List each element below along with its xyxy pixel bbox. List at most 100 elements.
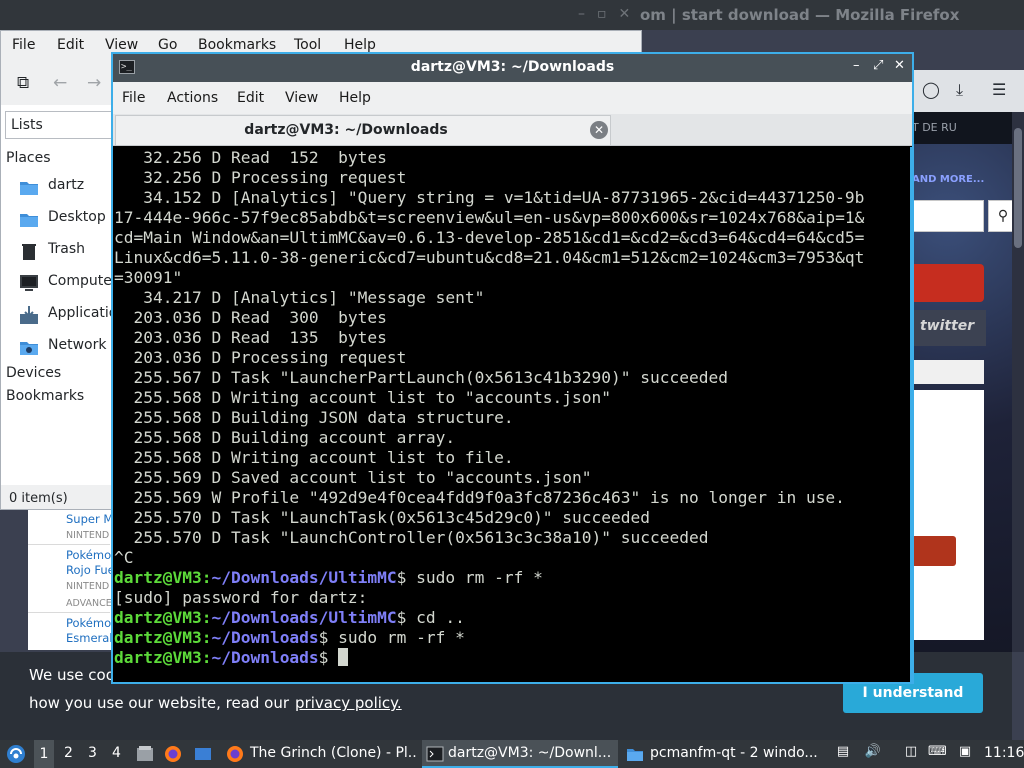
prompt-user: dartz@VM3 bbox=[114, 628, 202, 647]
task-pcmanfm[interactable]: pcmanfm-qt - 2 windo... bbox=[624, 740, 820, 768]
clock[interactable]: 11:16 bbox=[984, 745, 1024, 761]
maximize-icon[interactable]: ⤢ bbox=[873, 58, 883, 73]
product-title[interactable]: Pokémo bbox=[66, 548, 111, 562]
close-icon[interactable]: ✕ bbox=[894, 58, 905, 73]
privacy-policy-link[interactable]: privacy policy. bbox=[295, 694, 402, 712]
terminal-tab[interactable]: dartz@VM3: ~/Downloads ✕ bbox=[115, 115, 611, 145]
pocket-icon[interactable]: ◯ bbox=[922, 80, 940, 99]
devices-header[interactable]: Devices bbox=[6, 365, 61, 381]
file-manager-launcher-icon[interactable] bbox=[136, 745, 154, 763]
desktop-switch-1[interactable]: 1 bbox=[34, 740, 54, 768]
menu-help[interactable]: Help bbox=[339, 90, 371, 106]
menu-bookmarks[interactable]: Bookmarks bbox=[198, 37, 276, 53]
twitter-label[interactable]: twitter bbox=[920, 318, 974, 334]
site-search-input[interactable] bbox=[904, 200, 984, 232]
side-pane-mode-label: Lists bbox=[11, 117, 43, 133]
prompt-command: sudo rm -rf * bbox=[328, 628, 465, 647]
menu-actions[interactable]: Actions bbox=[167, 90, 218, 106]
menu-view[interactable]: View bbox=[105, 37, 138, 53]
minimize-icon[interactable]: – bbox=[578, 6, 585, 22]
terminal-line: 255.569 W Profile "492d9e4f0cea4fdd9f0a3… bbox=[114, 488, 845, 507]
product-title[interactable]: Pokémo bbox=[66, 616, 111, 630]
terminal-line: cd=Main Window&an=UltimMC&av=0.6.13-deve… bbox=[114, 228, 865, 247]
download-icon[interactable]: ⤓ bbox=[956, 80, 963, 100]
start-menu-icon[interactable] bbox=[6, 744, 26, 764]
tab-close-icon[interactable]: ✕ bbox=[590, 121, 608, 139]
show-desktop-icon[interactable] bbox=[194, 745, 212, 763]
terminal-line: 255.568 D Writing account list to "accou… bbox=[114, 388, 612, 407]
prompt-dollar: $ bbox=[318, 648, 329, 667]
prompt-command: cd .. bbox=[406, 608, 465, 627]
place-label: Applicatio bbox=[48, 305, 118, 321]
firefox-scrollbar[interactable] bbox=[1012, 112, 1024, 652]
side-pane-mode-select[interactable]: Lists bbox=[5, 111, 113, 139]
task-firefox[interactable]: The Grinch (Clone) - Pl... bbox=[224, 740, 418, 768]
prompt-user: dartz@VM3 bbox=[114, 648, 202, 667]
terminal-titlebar[interactable]: >_ dartz@VM3: ~/Downloads – ⤢ ✕ bbox=[113, 54, 912, 82]
desktop-switch-3[interactable]: 3 bbox=[88, 745, 97, 761]
close-icon[interactable]: ✕ bbox=[619, 6, 631, 22]
menu-view[interactable]: View bbox=[285, 90, 318, 106]
grey-strip bbox=[910, 360, 984, 384]
prompt-user: dartz@VM3 bbox=[114, 608, 202, 627]
menu-go[interactable]: Go bbox=[158, 37, 177, 53]
terminal-output[interactable]: 32.256 D Read 152 bytes 32.256 D Process… bbox=[114, 147, 910, 682]
terminal-tab-label: dartz@VM3: ~/Downloads bbox=[244, 122, 448, 138]
scrollbar-thumb[interactable] bbox=[1014, 128, 1022, 248]
keyboard-icon[interactable]: ⌨ bbox=[928, 744, 947, 762]
taskbar: 1 2 3 4 The Grinch (Clone) - Pl... dartz… bbox=[0, 740, 1024, 768]
terminal-prompt-line: [sudo] password for dartz: bbox=[114, 588, 368, 607]
product-title-line2[interactable]: Rojo Fue bbox=[66, 563, 112, 577]
terminal-line: 255.567 D Task "LauncherPartLaunch(0x561… bbox=[114, 368, 728, 387]
terminal-line: 203.036 D Read 300 bytes bbox=[114, 308, 387, 327]
and-more-link[interactable]: AND MORE... bbox=[912, 174, 984, 185]
minimize-icon[interactable]: – bbox=[853, 58, 860, 73]
places-header[interactable]: Places bbox=[6, 150, 51, 166]
menu-file[interactable]: File bbox=[122, 90, 145, 106]
product-platform: NINTEND bbox=[66, 581, 110, 592]
bookmarks-header[interactable]: Bookmarks bbox=[6, 388, 84, 404]
terminal-line: 203.036 D Read 135 bytes bbox=[114, 328, 387, 347]
network-icon[interactable]: ▣ bbox=[956, 744, 974, 762]
volume-icon[interactable]: 🔊 bbox=[864, 744, 882, 762]
applications-icon bbox=[20, 306, 38, 324]
prompt-dollar: $ bbox=[396, 568, 407, 587]
place-label: Trash bbox=[48, 241, 85, 257]
product-title-line2[interactable]: Esmeral bbox=[66, 631, 112, 645]
firefox-launcher-icon[interactable] bbox=[164, 745, 182, 763]
trash-icon bbox=[22, 244, 36, 260]
language-links[interactable]: T DE RU bbox=[912, 121, 957, 134]
side-pane: Lists Places dartz Desktop Trash Compute bbox=[1, 107, 117, 467]
place-label: Network bbox=[48, 337, 107, 353]
menu-file[interactable]: File bbox=[12, 37, 35, 53]
terminal-prompt-line: dartz@VM3:~/Downloads/UltimMC$ cd .. bbox=[114, 608, 910, 628]
new-tab-icon[interactable]: ⧉ bbox=[17, 73, 29, 93]
product-title[interactable]: Super M bbox=[66, 512, 112, 526]
computer-icon bbox=[20, 275, 38, 291]
prompt-separator: : bbox=[201, 648, 212, 667]
firefox-titlebar[interactable]: – ▫ ✕ om | start download — Mozilla Firefo… bbox=[0, 0, 1024, 30]
place-label: Compute bbox=[48, 273, 112, 289]
forward-arrow-icon[interactable]: → bbox=[87, 73, 101, 93]
menu-edit[interactable]: Edit bbox=[237, 90, 264, 106]
menu-edit[interactable]: Edit bbox=[57, 37, 84, 53]
desktop-switch-2[interactable]: 2 bbox=[64, 745, 73, 761]
menu-help[interactable]: Help bbox=[344, 37, 376, 53]
task-terminal[interactable]: dartz@VM3: ~/Downl... bbox=[422, 740, 618, 768]
terminal-tabbar: dartz@VM3: ~/Downloads ✕ bbox=[113, 114, 912, 146]
red-button[interactable] bbox=[910, 536, 956, 566]
menu-tool[interactable]: Tool bbox=[294, 37, 321, 53]
task-label: The Grinch (Clone) - Pl... bbox=[250, 745, 418, 761]
folder-desktop-icon bbox=[20, 214, 38, 227]
terminal-scrollbar[interactable] bbox=[910, 147, 912, 682]
hamburger-menu-icon[interactable]: ☰ bbox=[992, 80, 1006, 99]
restore-icon[interactable]: ▫ bbox=[597, 6, 607, 22]
back-arrow-icon[interactable]: ← bbox=[53, 73, 67, 93]
red-banner[interactable] bbox=[910, 264, 984, 302]
product-platform: NINTEND bbox=[66, 530, 110, 541]
prompt-path: ~/Downloads/UltimMC bbox=[211, 568, 397, 587]
firefox-window-buttons[interactable]: – ▫ ✕ bbox=[578, 6, 642, 22]
desktop-switch-4[interactable]: 4 bbox=[112, 745, 121, 761]
clipboard-icon[interactable]: ▤ bbox=[834, 744, 852, 762]
notes-icon[interactable]: ◫ bbox=[902, 744, 920, 762]
